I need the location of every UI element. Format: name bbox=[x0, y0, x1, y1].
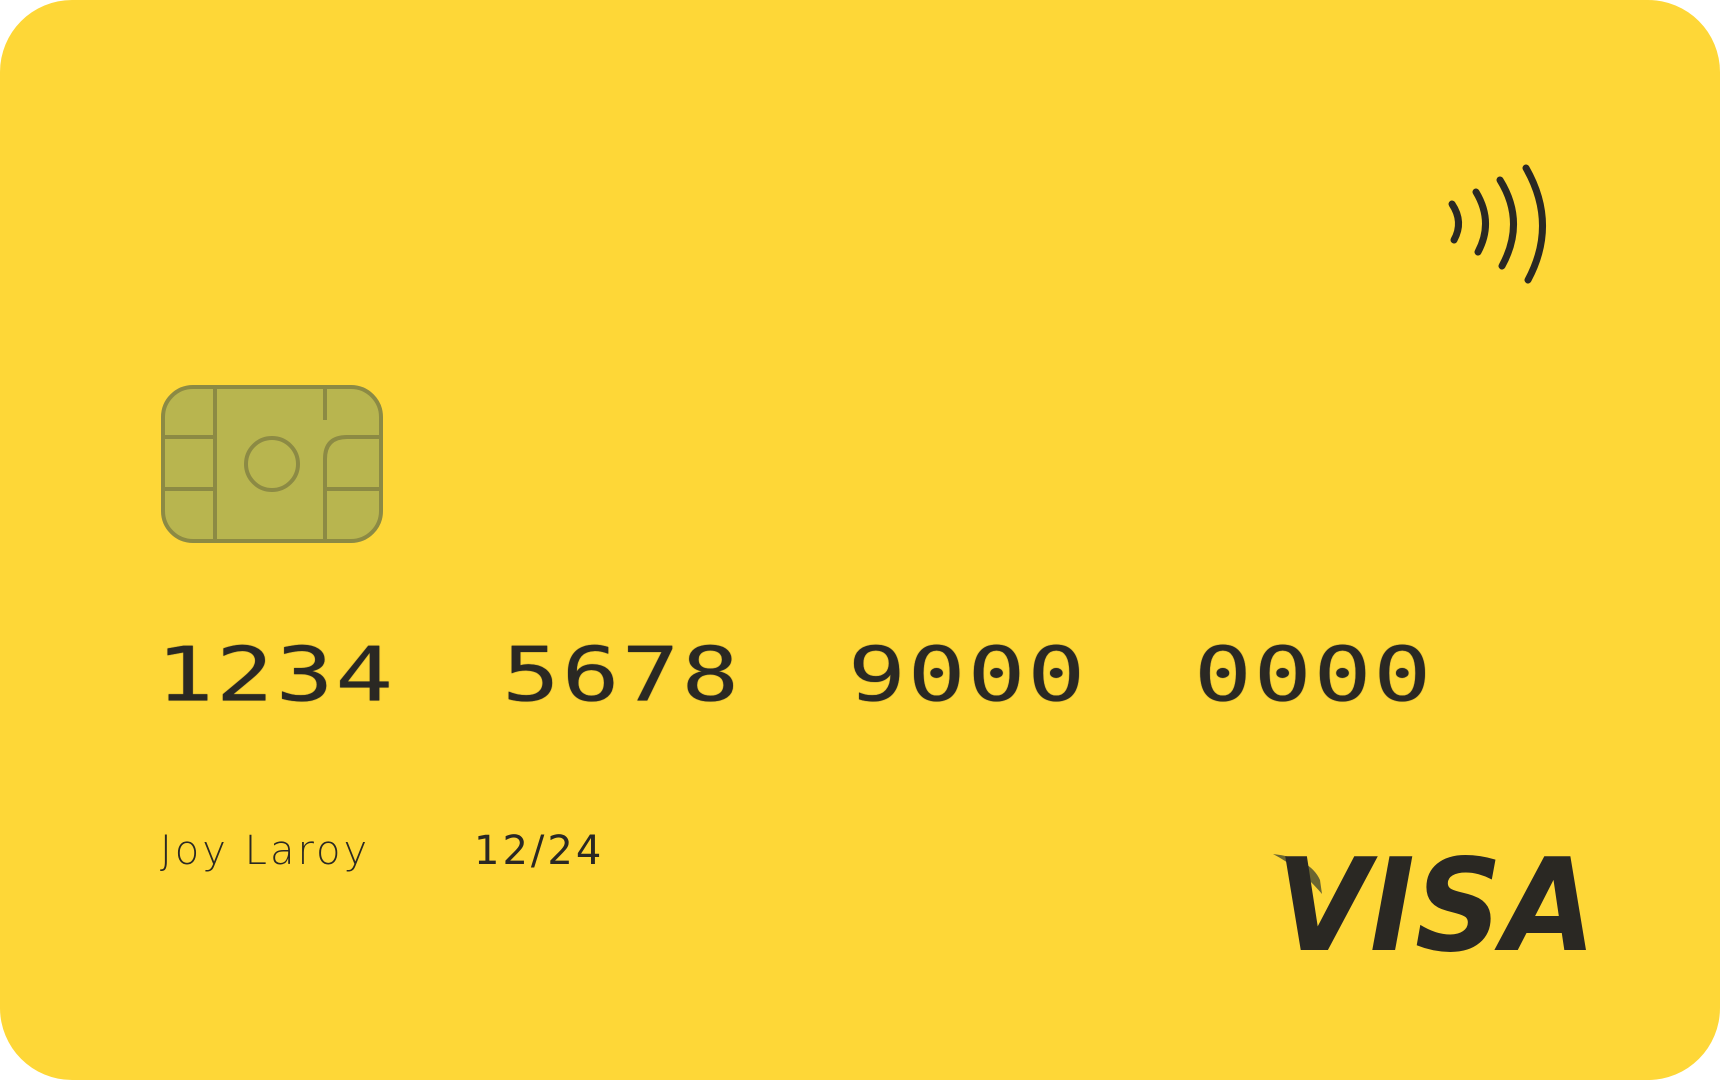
card-holder-name: Joy Laroy bbox=[160, 828, 371, 874]
chip-icon bbox=[161, 385, 383, 543]
card-expiry-date: 12/24 bbox=[474, 828, 605, 874]
credit-card: 1234 5678 9000 0000 Joy Laroy 12/24 VISA bbox=[0, 0, 1720, 1080]
card-number-group-1: 1234 bbox=[156, 631, 396, 719]
card-number-group-4: 0000 bbox=[1194, 631, 1434, 719]
visa-logo: VISA bbox=[1273, 850, 1596, 955]
card-number: 1234 5678 9000 0000 bbox=[156, 625, 1474, 725]
card-number-group-3: 9000 bbox=[848, 631, 1088, 719]
card-number-group-2: 5678 bbox=[502, 631, 742, 719]
visa-logo-text: VISA bbox=[1276, 850, 1596, 955]
contactless-icon bbox=[1448, 164, 1546, 284]
